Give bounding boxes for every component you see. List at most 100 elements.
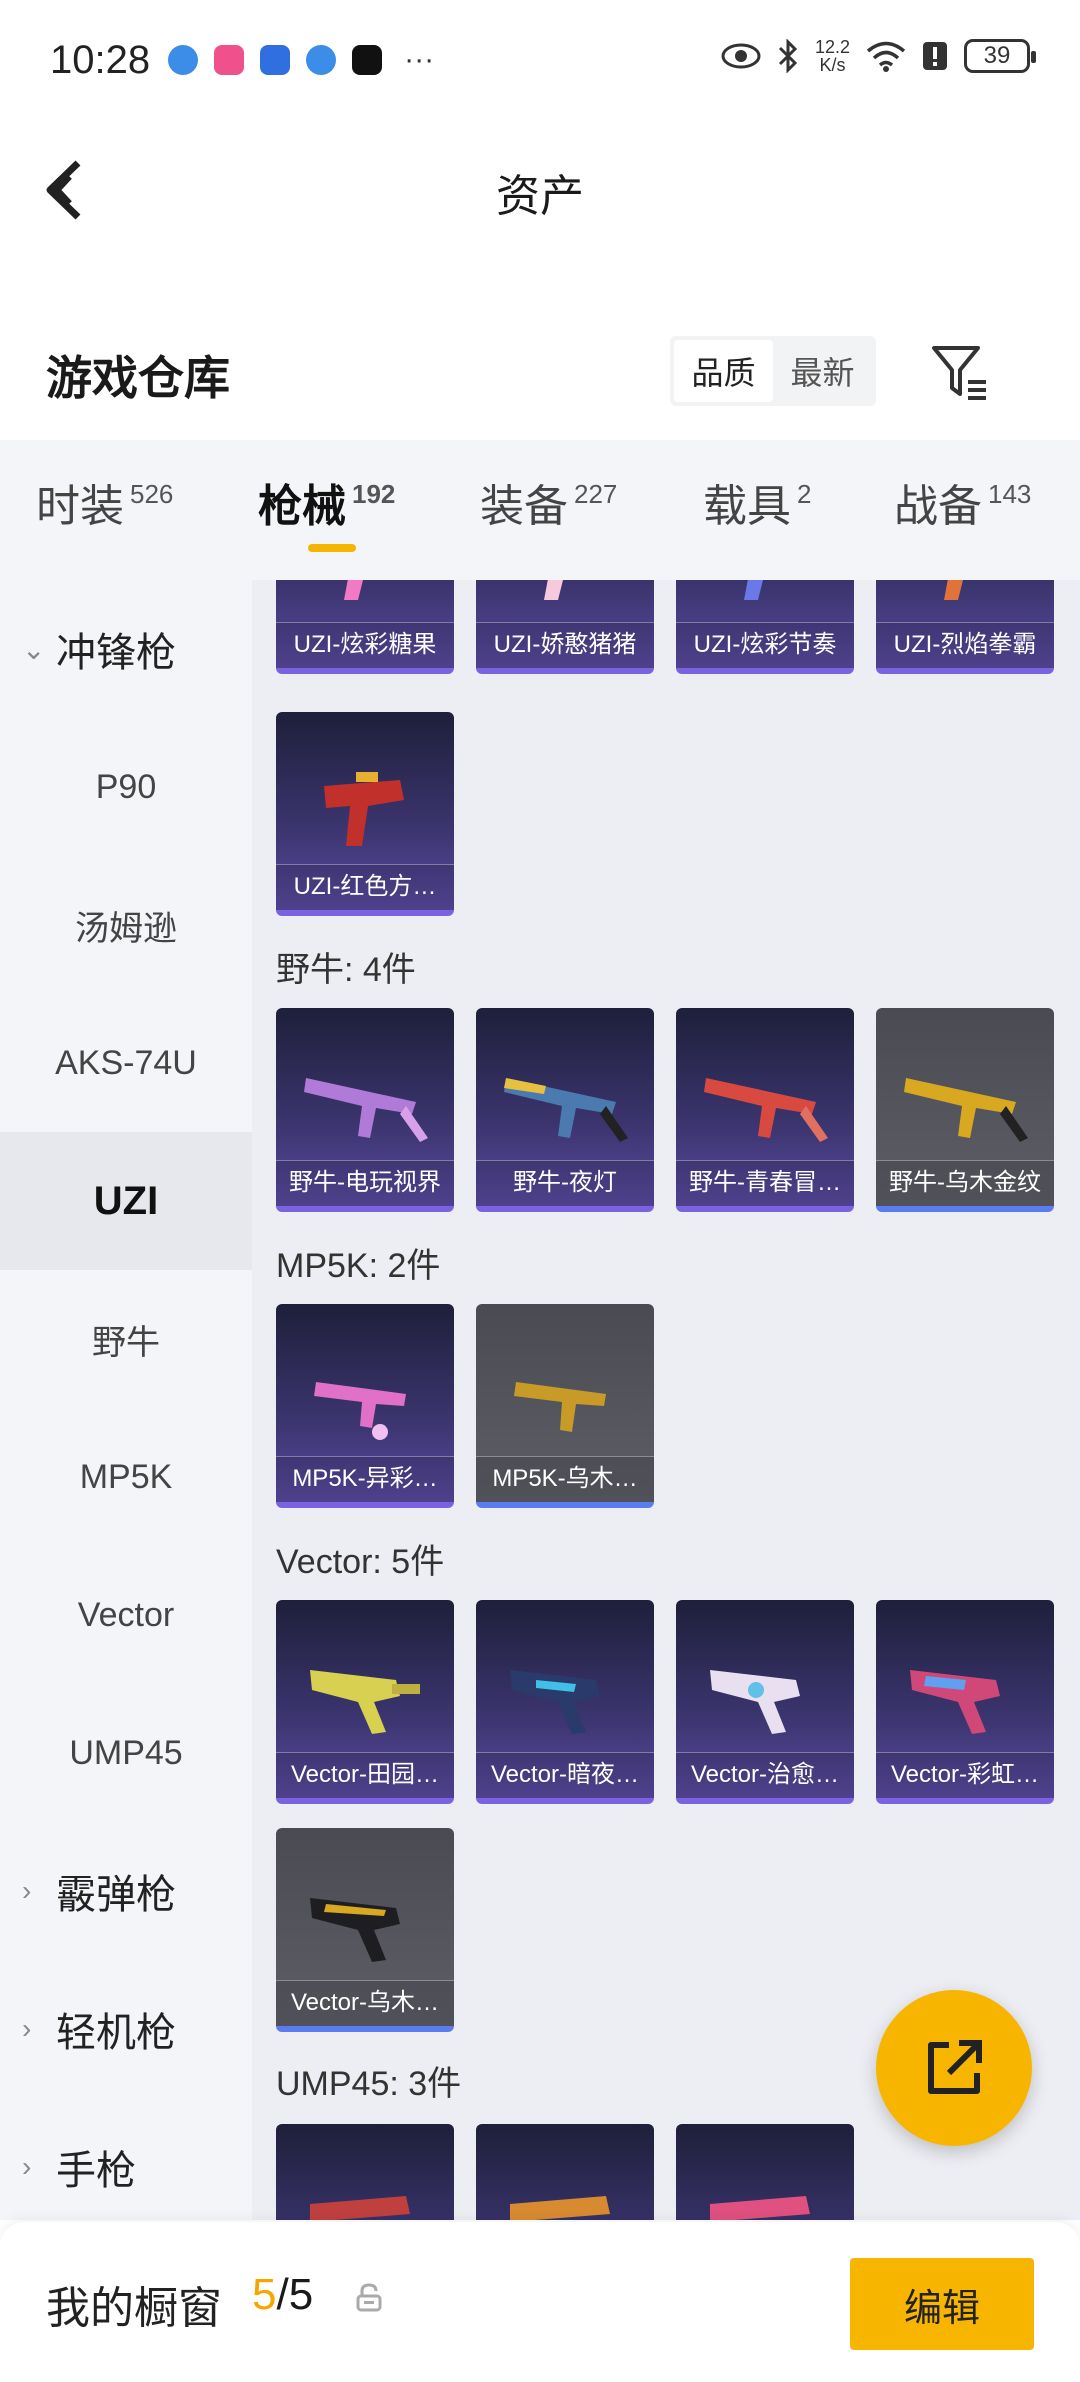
ump45-skin-image <box>710 2196 810 2220</box>
card-label: Vector-乌木… <box>276 1980 454 2026</box>
alert-icon <box>923 42 947 70</box>
vector-skin-image <box>710 1670 800 1734</box>
bluetooth-icon <box>778 39 798 73</box>
active-tab-indicator <box>308 544 356 552</box>
vector-skin-image <box>310 1898 400 1962</box>
bison-skin-image <box>504 1078 628 1142</box>
group-label-bison: 野牛: 4件 <box>276 951 416 989</box>
sidebar-group-lmg[interactable]: › 轻机枪 <box>0 1960 252 2098</box>
weapon-skin-card[interactable]: MP5K-异彩… <box>276 1304 454 1508</box>
weapon-skin-card[interactable]: UZI-娇憨猪猪 <box>476 580 654 674</box>
weapon-skin-card[interactable]: Vector-治愈… <box>676 1600 854 1804</box>
sidebar-item-mp5k[interactable]: MP5K <box>0 1408 252 1546</box>
weapon-skin-card[interactable]: Vector-暗夜… <box>476 1600 654 1804</box>
weapon-skin-card[interactable]: MP5K-乌木… <box>476 1304 654 1508</box>
sidebar-group-smg[interactable]: ⌄ 冲锋枪 <box>0 580 252 718</box>
sort-toggle: 品质 最新 <box>670 336 876 406</box>
sidebar-item-thompson[interactable]: 汤姆逊 <box>0 856 252 994</box>
showcase-count: 5/5 <box>252 2270 314 2319</box>
share-external-icon <box>928 2040 982 2094</box>
weapon-skin-card[interactable] <box>476 2124 654 2220</box>
app-notification-icon <box>214 45 245 75</box>
sidebar-item-p90[interactable]: P90 <box>0 718 252 856</box>
sidebar-item-ump45[interactable]: UMP45 <box>0 1684 252 1822</box>
card-label: Vector-暗夜… <box>476 1752 654 1798</box>
group-label-ump45: UMP45: 3件 <box>276 2065 462 2103</box>
tab-equipment[interactable]: 装备 227 <box>480 470 617 534</box>
warehouse-row: 游戏仓库 品质 最新 <box>0 320 1080 440</box>
filter-button[interactable] <box>928 340 992 404</box>
weapon-skin-card[interactable] <box>676 2124 854 2220</box>
mp5k-skin-image <box>314 1382 406 1440</box>
sidebar-item-aks74u[interactable]: AKS-74U <box>0 994 252 1132</box>
group-label-vector: Vector: 5件 <box>276 1543 445 1581</box>
network-speed: 12.2 K/s <box>814 37 850 75</box>
card-label: UZI-烈焰拳霸 <box>876 622 1054 668</box>
uzi-skin-image <box>744 580 763 600</box>
chevron-down-icon: ⌄ <box>22 633 46 665</box>
showcase-label: 我的橱窗 <box>46 2284 222 2333</box>
sidebar-item-bison[interactable]: 野牛 <box>0 1270 252 1408</box>
app-notification-icon <box>306 45 337 75</box>
card-label: MP5K-异彩… <box>276 1456 454 1502</box>
sidebar-group-shotgun[interactable]: › 霰弹枪 <box>0 1822 252 1960</box>
card-label: 野牛-夜灯 <box>476 1160 654 1206</box>
vector-skin-image <box>310 1670 420 1734</box>
card-label: UZI-红色方… <box>276 864 454 910</box>
filter-icon <box>932 346 986 400</box>
sidebar-item-vector[interactable]: Vector <box>0 1546 252 1684</box>
share-button[interactable] <box>876 1990 1032 2146</box>
weapon-skin-card[interactable]: Vector-彩虹… <box>876 1600 1054 1804</box>
weapon-skin-card[interactable]: 野牛-青春冒… <box>676 1008 854 1212</box>
bison-skin-image <box>904 1078 1028 1142</box>
ump45-skin-image <box>310 2196 410 2220</box>
sidebar-item-uzi[interactable]: UZI <box>0 1132 252 1270</box>
uzi-skin-image <box>324 772 404 846</box>
tiktok-icon <box>352 45 383 75</box>
weapon-skin-card[interactable]: UZI-烈焰拳霸 <box>876 580 1054 674</box>
nav-header: 资产 <box>0 120 1080 260</box>
edit-button[interactable]: 编辑 <box>850 2258 1034 2350</box>
showcase-bar: 我的橱窗 5/5 编辑 <box>0 2222 1080 2382</box>
lock-icon <box>356 2283 382 2312</box>
weapon-skin-card[interactable]: UZI-炫彩糖果 <box>276 580 454 674</box>
sort-quality-button[interactable]: 品质 <box>674 340 773 402</box>
more-notifications-icon: ··· <box>404 43 435 76</box>
battery-indicator: 39 <box>964 39 1036 73</box>
status-time: 10:28 <box>50 37 151 82</box>
weapon-skin-grid: UZI-炫彩糖果 UZI-娇憨猪猪 UZI-炫彩节奏 UZI-烈焰拳霸 UZI-… <box>252 580 1080 2220</box>
weapon-skin-card[interactable]: Vector-乌木… <box>276 1828 454 2032</box>
wifi-icon <box>866 41 906 72</box>
tab-gear[interactable]: 战备 143 <box>894 470 1031 534</box>
category-tabs: 时装 526 枪械 192 装备 227 载具 2 战备 143 <box>0 440 1080 580</box>
weapon-skin-card[interactable]: 野牛-夜灯 <box>476 1008 654 1212</box>
card-label: Vector-彩虹… <box>876 1752 1054 1798</box>
uzi-skin-image <box>544 580 563 600</box>
tab-vehicles[interactable]: 载具 2 <box>703 470 811 534</box>
bluetooth-app-icon <box>260 45 291 75</box>
weapon-skin-card[interactable]: 野牛-乌木金纹 <box>876 1008 1054 1212</box>
chevron-right-icon: › <box>22 2151 32 2182</box>
card-label: Vector-治愈… <box>676 1752 854 1798</box>
weapon-skin-card[interactable]: UZI-红色方… <box>276 712 454 916</box>
weapon-skin-card[interactable]: UZI-炫彩节奏 <box>676 580 854 674</box>
sidebar-group-pistol[interactable]: › 手枪 <box>0 2098 252 2220</box>
sort-newest-button[interactable]: 最新 <box>773 340 872 402</box>
vector-skin-image <box>910 1670 1000 1734</box>
warehouse-title: 游戏仓库 <box>46 352 230 404</box>
weapon-skin-card[interactable] <box>276 2124 454 2220</box>
tab-fashion[interactable]: 时装 526 <box>36 470 173 534</box>
tab-firearms[interactable]: 枪械 192 <box>258 470 395 534</box>
card-label: 野牛-青春冒… <box>676 1160 854 1206</box>
bison-skin-image <box>304 1078 428 1142</box>
uzi-skin-image <box>344 580 363 600</box>
uzi-skin-image <box>944 580 963 600</box>
eye-icon <box>721 43 761 69</box>
card-label: UZI-娇憨猪猪 <box>476 622 654 668</box>
card-label: MP5K-乌木… <box>476 1456 654 1502</box>
card-label: 野牛-电玩视界 <box>276 1160 454 1206</box>
weapon-skin-card[interactable]: Vector-田园… <box>276 1600 454 1804</box>
card-label: UZI-炫彩糖果 <box>276 622 454 668</box>
status-bar: 10:28 ··· 12.2 K/s 39 <box>0 0 1080 120</box>
weapon-skin-card[interactable]: 野牛-电玩视界 <box>276 1008 454 1212</box>
